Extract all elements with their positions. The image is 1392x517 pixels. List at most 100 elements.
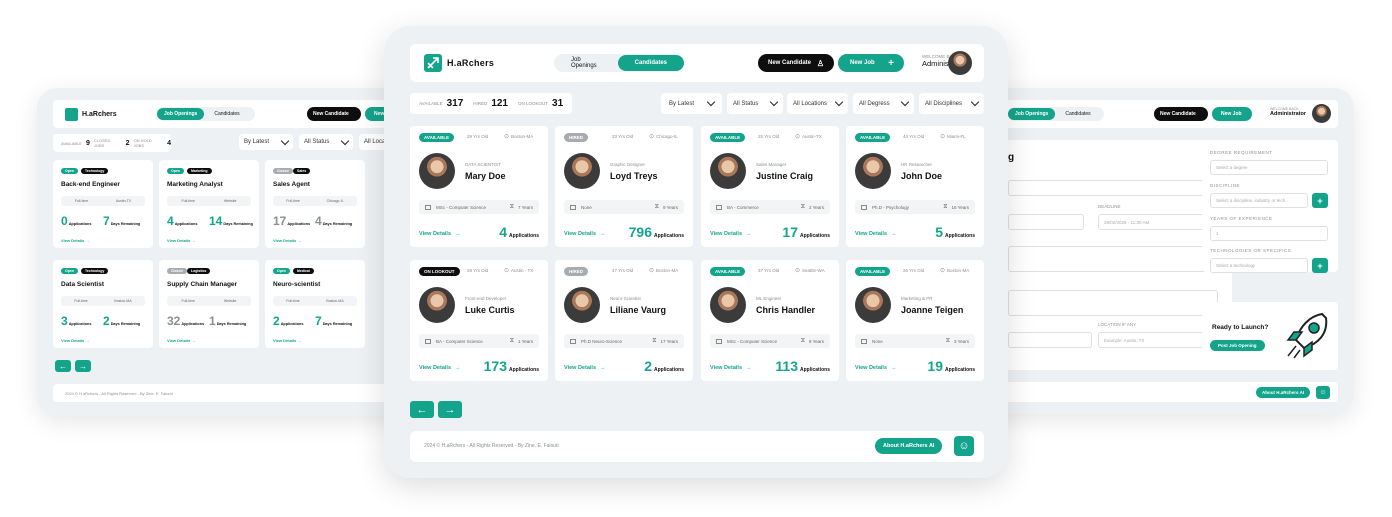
new-candidate-button[interactable]: New Candidate (1154, 107, 1208, 121)
days-remaining: 7 Days Remaining (103, 214, 141, 228)
degree-select[interactable]: All Degress (853, 93, 914, 114)
degree-icon (425, 338, 431, 344)
tab-job-openings[interactable]: Job Openings (1008, 108, 1056, 120)
deadline-input[interactable]: 28/02/2025 - 11:30 AM (1098, 214, 1218, 230)
hourglass-icon: ⧖ (945, 337, 950, 344)
candidates-panel: H.aRchers Job Openings Candidates New Ca… (384, 26, 1008, 478)
about-button[interactable]: About H.aRchers AI (875, 438, 943, 454)
details-input[interactable] (1008, 290, 1218, 316)
view-details-link[interactable]: View Details → (61, 238, 89, 243)
new-job-button[interactable]: New Job (1212, 107, 1252, 121)
status-badge: Open (61, 268, 78, 274)
view-details-link[interactable]: View Details → (167, 238, 195, 243)
new-job-button[interactable]: New Job + (838, 54, 904, 72)
add-tech-button[interactable]: + (1312, 258, 1328, 273)
degree-icon (425, 204, 431, 210)
tab-candidates[interactable]: Candidates (617, 55, 684, 71)
location-input[interactable]: Example: Austin, TX (1098, 332, 1218, 348)
bot-icon[interactable]: ☺ (1316, 386, 1330, 399)
view-details-link[interactable]: View Details → (855, 231, 897, 237)
view-details-link[interactable]: View Details → (855, 365, 897, 371)
avatar[interactable] (1312, 104, 1331, 123)
new-candidate-button[interactable]: New Candidate ♙ (758, 54, 834, 72)
job-card[interactable]: Open Medical Neuro-scientist Full-time Bo… (265, 260, 365, 348)
view-details-link[interactable]: View Details → (419, 231, 461, 237)
job-title: Back-end Engineer (61, 181, 120, 188)
view-details-link[interactable]: View Details → (710, 231, 752, 237)
view-details-link[interactable]: View Details → (61, 338, 89, 343)
view-details-link[interactable]: View Details → (564, 365, 606, 371)
candidate-name: Loyd Treys (610, 171, 658, 181)
date-input[interactable] (1008, 214, 1084, 230)
view-details-link[interactable]: View Details → (167, 338, 195, 343)
tech-select[interactable]: Select a technology (1210, 258, 1308, 273)
plus-icon: + (888, 57, 894, 69)
brand-logo-icon (424, 54, 442, 72)
candidate-card[interactable]: AVAILABLE 25 Yrs Old ⊙ Austin-TX Sales Ma… (701, 126, 839, 247)
job-title: Data Scientist (61, 281, 104, 288)
job-card[interactable]: Closed Logistics Supply Chain Manager Fu… (159, 260, 259, 348)
view-details-link[interactable]: View Details → (564, 231, 606, 237)
pin-icon: ⊙ (649, 268, 655, 274)
candidate-photo (710, 287, 746, 323)
job-card[interactable]: Open Technology Back-end Engineer Full-t… (53, 160, 153, 248)
view-details-link[interactable]: View Details → (273, 338, 301, 343)
pin-icon: ⊙ (940, 134, 946, 140)
tab-job-openings[interactable]: Job Openings (157, 108, 205, 120)
title-input[interactable] (1008, 180, 1218, 196)
tab-candidates[interactable]: Candidates (204, 108, 249, 120)
description-input[interactable] (1008, 246, 1218, 272)
location-text: ⊙ Seattle-WA (795, 268, 825, 274)
hourglass-icon: ⧖ (800, 203, 805, 210)
tab-candidates[interactable]: Candidates (1055, 108, 1100, 120)
next-page-button[interactable]: → (438, 401, 462, 418)
candidate-card[interactable]: AVAILABLE 44 Yrs Old ⊙ Miami-FL HR Resear… (846, 126, 984, 247)
role-text: HR Researcher (901, 162, 933, 167)
avatar[interactable] (948, 51, 972, 75)
age-text: 26 Yrs Old (903, 268, 925, 273)
bot-icon[interactable]: ☺ (954, 436, 974, 456)
candidate-photo (419, 153, 455, 189)
new-candidate-button[interactable]: New Candidate (307, 107, 361, 121)
view-details-link[interactable]: View Details → (710, 365, 752, 371)
candidate-card[interactable]: ON LOOKOUT 28 Yrs Old ⊙ Austin - TX Front… (410, 260, 548, 381)
view-details-link[interactable]: View Details → (273, 238, 301, 243)
type-select[interactable] (1008, 332, 1092, 348)
degree-icon (861, 338, 867, 344)
left-brand[interactable]: H.aRchers (65, 108, 117, 121)
arrow-right-icon: → (600, 365, 606, 371)
job-card[interactable]: Open Marketing Marketing Analyst Full-ti… (159, 160, 259, 248)
prev-page-button[interactable]: ← (410, 401, 434, 418)
add-discipline-button[interactable]: + (1312, 193, 1328, 208)
candidate-card[interactable]: AVAILABLE 26 Yrs Old ⊙ Boston-MA Marketin… (846, 260, 984, 381)
location-select[interactable]: All Locations (787, 93, 848, 114)
discipline-select[interactable]: All Disciplines (919, 93, 984, 114)
applications-count: 17 Applications (273, 214, 311, 228)
tab-job-openings[interactable]: Job Openings (554, 57, 618, 69)
category-badge: Medical (293, 268, 314, 274)
status-select[interactable]: All Status (299, 134, 353, 150)
degree-select[interactable]: Select a degree (1210, 160, 1328, 175)
next-page-button[interactable]: → (75, 360, 91, 372)
candidate-card[interactable]: HIRED 47 Yrs Old ⊙ Boston-MA Neuro-Scient… (555, 260, 693, 381)
view-details-link[interactable]: View Details → (419, 365, 461, 371)
hourglass-icon: ⧖ (943, 203, 948, 210)
job-card[interactable]: Open Technology Data Scientist Full-time… (53, 260, 153, 348)
about-button[interactable]: About H.aRchers AI (1256, 387, 1311, 398)
job-card[interactable]: Closed Sales Sales Agent Full-time Chicag… (265, 160, 365, 248)
status-badge: AVAILABLE (855, 267, 891, 276)
sort-select[interactable]: By Latest (661, 93, 722, 114)
sort-select[interactable]: By Latest (239, 134, 293, 150)
post-job-button[interactable]: Post Job Opening (1210, 340, 1265, 351)
form-title: g (1008, 152, 1015, 163)
experience-input[interactable]: 1 (1210, 226, 1328, 241)
candidate-card[interactable]: AVAILABLE 29 Yrs Old ⊙ Boston-MA DATA SCI… (410, 126, 548, 247)
status-select[interactable]: All Status (727, 93, 783, 114)
candidate-card[interactable]: AVAILABLE 37 Yrs Old ⊙ Seattle-WA ML Engi… (701, 260, 839, 381)
discipline-select[interactable]: Select a discipline, industry or tech (1210, 193, 1308, 208)
brand[interactable]: H.aRchers (424, 54, 494, 72)
category-badge: Sales (293, 168, 311, 174)
prev-page-button[interactable]: ← (55, 360, 71, 372)
candidate-card[interactable]: HIRED 33 Yrs Old ⊙ Chicago-IL Graphic Des… (555, 126, 693, 247)
candidate-photo (419, 287, 455, 323)
